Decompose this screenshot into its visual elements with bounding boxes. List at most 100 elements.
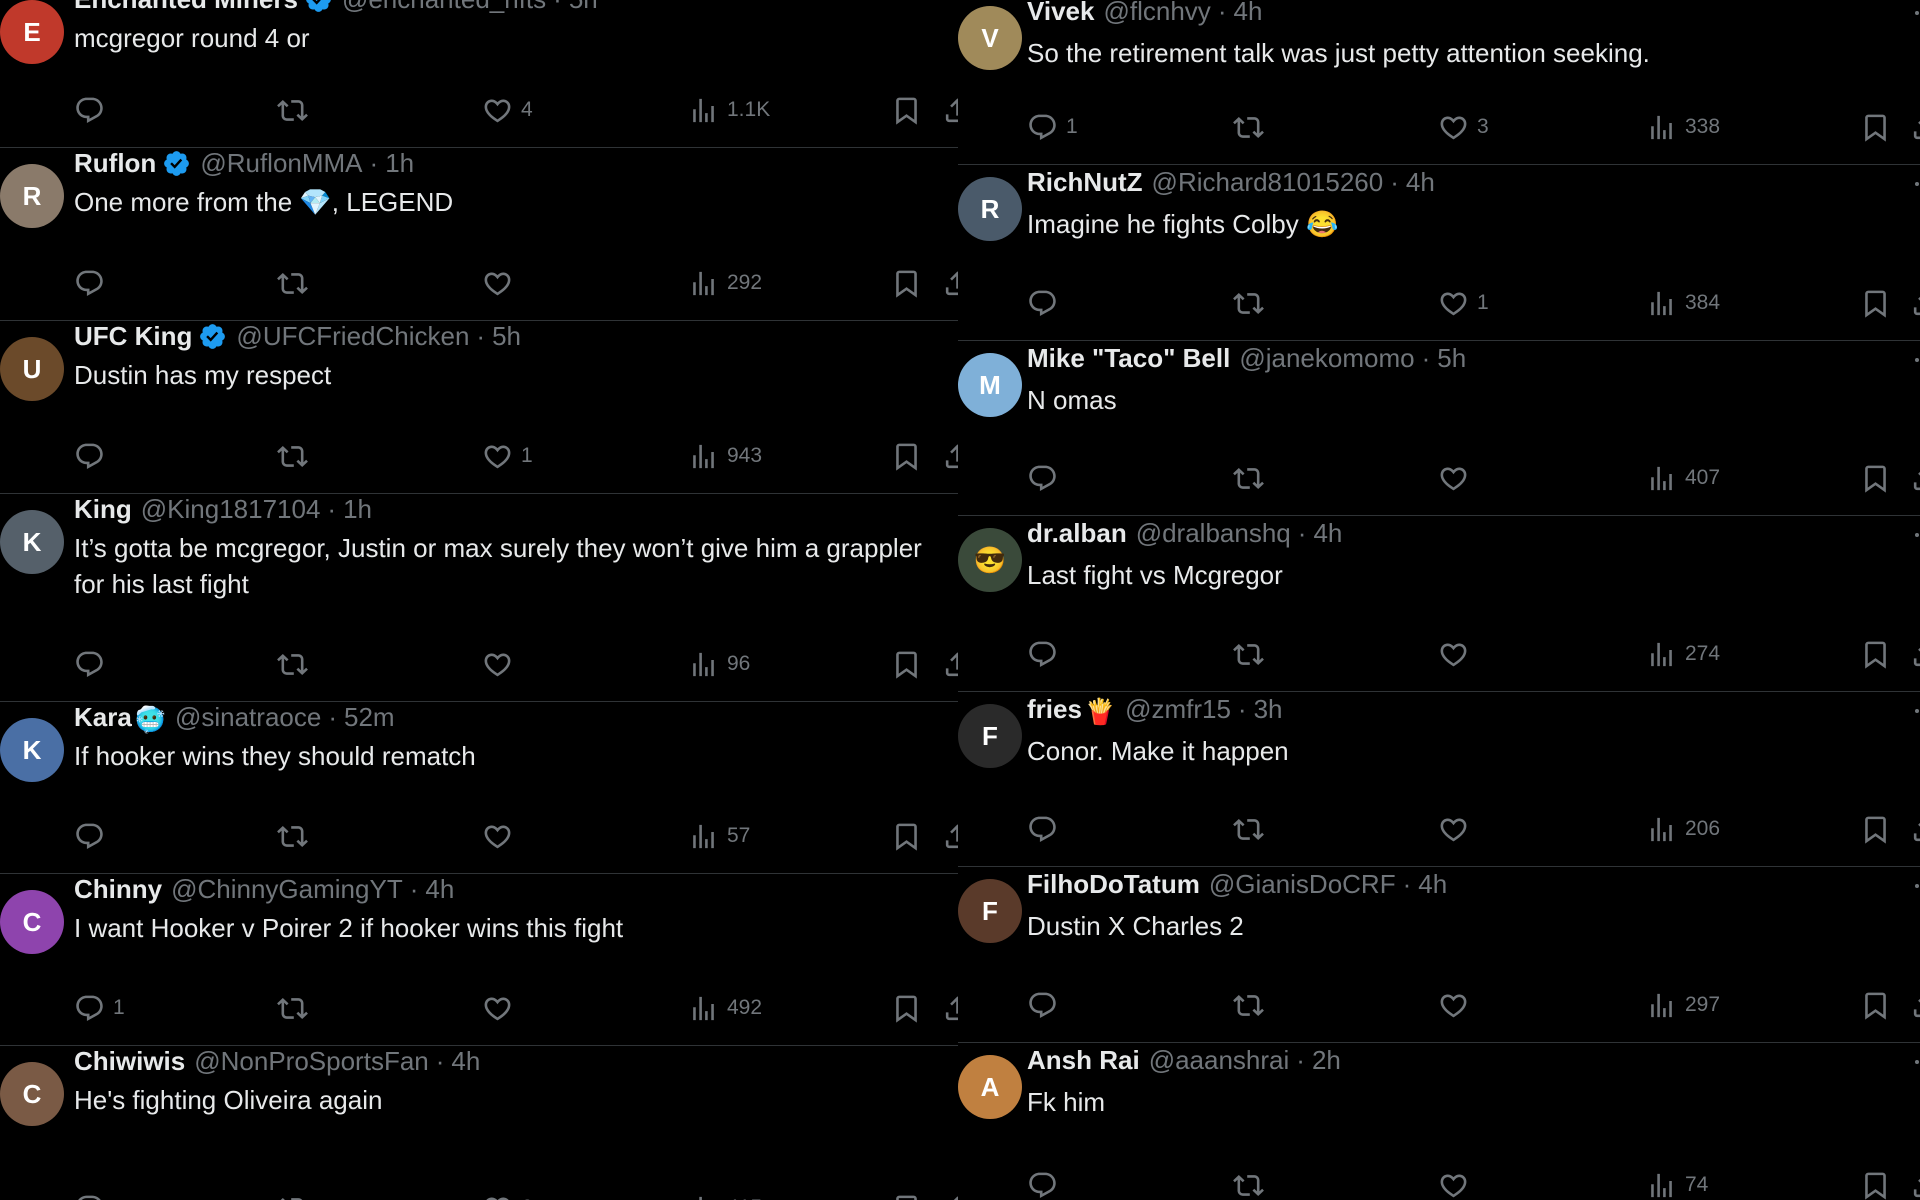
bookmark-button[interactable] — [1860, 285, 1891, 321]
display-name[interactable]: RichNutZ — [1027, 167, 1143, 197]
reply-button[interactable] — [74, 1190, 113, 1200]
avatar[interactable]: 😎 — [958, 528, 1022, 592]
like-button[interactable] — [1438, 636, 1477, 672]
tweet[interactable]: 😎 dr.alban @dralbanshq · 4h Last fight vs Mcg… — [958, 516, 1920, 692]
bookmark-button[interactable] — [891, 438, 922, 474]
bookmark-button[interactable] — [891, 265, 922, 301]
tweet[interactable]: K Kara 🥶 @sinatraoce · 52m If hooker wins they… — [0, 702, 958, 874]
timestamp[interactable]: 2h — [1312, 1045, 1341, 1075]
tweet[interactable]: C Chinny @ChinnyGamingYT · 4h I want Hooker v… — [0, 874, 958, 1046]
display-name[interactable]: Vivek — [1027, 0, 1094, 26]
repost-button[interactable] — [1233, 285, 1264, 321]
tweet[interactable]: R Ruflon @RuflonMMA · 1h One more from the 💎,… — [0, 148, 958, 321]
views-button[interactable]: 74 — [1646, 1167, 1708, 1200]
more-options-icon[interactable] — [1915, 358, 1919, 362]
bookmark-button[interactable] — [1860, 987, 1891, 1023]
display-name[interactable]: Chiwiwis — [74, 1046, 185, 1076]
display-name[interactable]: UFC King — [74, 321, 192, 351]
timestamp[interactable]: 5h — [569, 0, 598, 14]
share-button[interactable] — [1910, 285, 1920, 321]
display-name[interactable]: dr.alban — [1027, 518, 1127, 548]
like-button[interactable] — [1438, 987, 1477, 1023]
views-button[interactable]: 292 — [688, 265, 762, 301]
display-name[interactable]: Ansh Rai — [1027, 1045, 1140, 1075]
reply-button[interactable] — [1027, 811, 1066, 847]
share-button[interactable] — [1910, 109, 1920, 145]
tweet[interactable]: V Vivek @flcnhvy · 4h So the retirement talk … — [958, 0, 1920, 165]
reply-button[interactable] — [1027, 987, 1066, 1023]
tweet[interactable]: U UFC King @UFCFriedChicken · 5h Dustin has m… — [0, 321, 958, 494]
views-button[interactable]: 297 — [1646, 987, 1720, 1023]
share-button[interactable] — [942, 1190, 958, 1200]
repost-button[interactable] — [1233, 460, 1264, 496]
avatar[interactable]: R — [0, 164, 64, 228]
like-button[interactable]: 6 — [482, 1190, 533, 1200]
share-button[interactable] — [1910, 987, 1920, 1023]
avatar[interactable]: C — [0, 1062, 64, 1126]
display-name[interactable]: fries — [1027, 694, 1082, 724]
reply-button[interactable] — [74, 92, 113, 128]
like-button[interactable]: 4 — [482, 92, 533, 128]
avatar[interactable]: V — [958, 6, 1022, 70]
bookmark-button[interactable] — [1860, 109, 1891, 145]
repost-button[interactable] — [1233, 1167, 1264, 1200]
handle[interactable]: @King1817104 — [141, 494, 321, 524]
reply-button[interactable]: 1 — [74, 990, 125, 1026]
like-button[interactable]: 1 — [1438, 285, 1489, 321]
tweet[interactable]: A Ansh Rai @aaanshrai · 2h Fk him 74 — [958, 1043, 1920, 1200]
timestamp[interactable]: 1h — [385, 148, 414, 178]
reply-button[interactable] — [74, 438, 113, 474]
avatar[interactable]: K — [0, 510, 64, 574]
timestamp[interactable]: 1h — [343, 494, 372, 524]
repost-button[interactable] — [1233, 811, 1264, 847]
views-button[interactable]: 407 — [1646, 460, 1720, 496]
share-button[interactable] — [942, 265, 958, 301]
timestamp[interactable]: 5h — [1437, 343, 1466, 373]
timestamp[interactable]: 4h — [1418, 869, 1447, 899]
avatar[interactable]: A — [958, 1055, 1022, 1119]
bookmark-button[interactable] — [1860, 1167, 1891, 1200]
display-name[interactable]: FilhoDoTatum — [1027, 869, 1200, 899]
timestamp[interactable]: 52m — [344, 702, 395, 732]
views-button[interactable]: 338 — [1646, 109, 1720, 145]
more-options-icon[interactable] — [1915, 709, 1919, 713]
handle[interactable]: @enchanted_nfts — [342, 0, 546, 14]
handle[interactable]: @janekomomo — [1239, 343, 1414, 373]
repost-button[interactable] — [277, 438, 308, 474]
tweet[interactable]: R RichNutZ @Richard81015260 · 4h Imagine he f… — [958, 165, 1920, 341]
tweet[interactable]: K King @King1817104 · 1h It’s gotta be mcgreg… — [0, 494, 958, 702]
like-button[interactable]: 1 — [482, 438, 533, 474]
repost-button[interactable] — [277, 646, 308, 682]
repost-button[interactable] — [277, 818, 308, 854]
bookmark-button[interactable] — [891, 92, 922, 128]
repost-button[interactable] — [277, 265, 308, 301]
handle[interactable]: @UFCFriedChicken — [236, 321, 469, 351]
display-name[interactable]: Mike "Taco" Bell — [1027, 343, 1230, 373]
timestamp[interactable]: 3h — [1254, 694, 1283, 724]
tweet[interactable]: Ffries 🍟 @zmfr15 · 3h Conor. Make it happen 20… — [958, 692, 1920, 867]
reply-button[interactable] — [1027, 1167, 1066, 1200]
reply-button[interactable]: 1 — [1027, 109, 1078, 145]
like-button[interactable] — [1438, 811, 1477, 847]
bookmark-button[interactable] — [1860, 460, 1891, 496]
display-name[interactable]: Ruflon — [74, 148, 156, 178]
handle[interactable]: @ChinnyGamingYT — [171, 874, 403, 904]
timestamp[interactable]: 4h — [451, 1046, 480, 1076]
views-button[interactable]: 415 — [688, 1190, 762, 1200]
timestamp[interactable]: 4h — [1406, 167, 1435, 197]
like-button[interactable] — [1438, 460, 1477, 496]
reply-button[interactable] — [1027, 636, 1066, 672]
display-name[interactable]: Enchanted Miners — [74, 0, 298, 14]
handle[interactable]: @RuflonMMA — [200, 148, 362, 178]
views-button[interactable]: 274 — [1646, 636, 1720, 672]
bookmark-button[interactable] — [891, 1190, 922, 1200]
display-name[interactable]: Kara — [74, 702, 132, 732]
views-button[interactable]: 492 — [688, 990, 762, 1026]
views-button[interactable]: 96 — [688, 646, 750, 682]
share-button[interactable] — [1910, 460, 1920, 496]
handle[interactable]: @zmfr15 — [1125, 694, 1231, 724]
display-name[interactable]: Chinny — [74, 874, 162, 904]
repost-button[interactable] — [1233, 987, 1264, 1023]
bookmark-button[interactable] — [891, 646, 922, 682]
reply-button[interactable] — [74, 265, 113, 301]
